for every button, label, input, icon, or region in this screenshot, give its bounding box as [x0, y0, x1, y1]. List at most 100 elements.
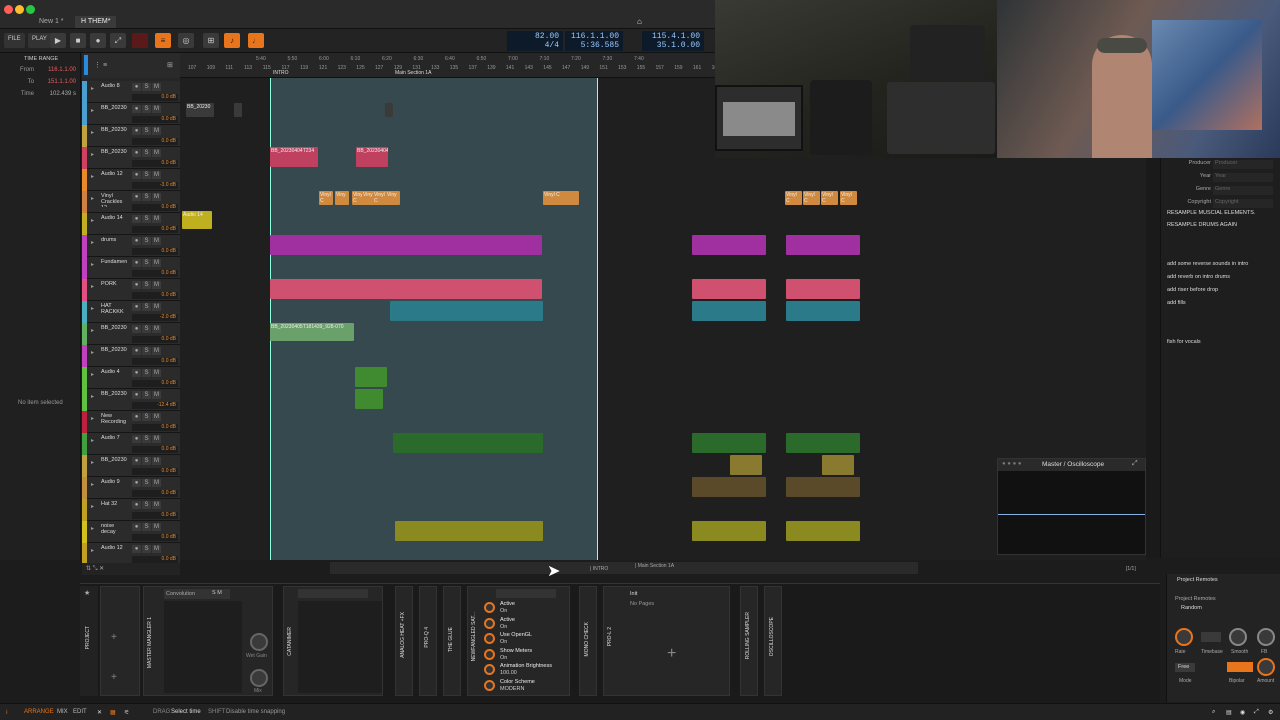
note-line[interactable]: RESAMPLE MUSCIAL ELEMENTS.	[1167, 210, 1255, 216]
zoom-window-button[interactable]	[26, 5, 35, 14]
track-name[interactable]: Audio 12	[101, 171, 127, 185]
clip-vinyl[interactable]: Vinyl C	[785, 191, 802, 205]
newfangled-label[interactable]: NEWFANGLED SAT...	[471, 612, 477, 661]
track-name[interactable]: Audio 12	[101, 545, 127, 559]
record-arm-icon[interactable]: ●	[132, 479, 141, 487]
record-arm-icon[interactable]: ●	[132, 171, 141, 179]
from-value[interactable]: 116.1.1.00	[48, 67, 76, 73]
track-footer-icons[interactable]: ⇅ ⤡ ✕	[82, 563, 180, 575]
track-header[interactable]: ▸ Audio 12 ● S M -3.0 dB	[82, 169, 180, 191]
solo-button[interactable]: S	[142, 479, 151, 487]
clip-vinyl[interactable]: Vinyl C	[803, 191, 820, 205]
track-header[interactable]: ▸BB_20230404T ●SM 0.0 dB	[82, 125, 180, 147]
track-header[interactable]: ▸ New Recording ● S M 0.0 dB	[82, 411, 180, 433]
record-arm-icon[interactable]: ●	[132, 545, 141, 553]
add-device-icon-2[interactable]: +	[111, 672, 117, 683]
the-glue-label[interactable]: THE GLUE	[448, 627, 454, 652]
record-arm-icon[interactable]: ●	[132, 501, 141, 509]
automation-icon[interactable]: ⤢	[110, 33, 126, 48]
no-pages-dropdown[interactable]: No Pages	[630, 601, 654, 607]
solo-button[interactable]: S	[142, 325, 151, 333]
minimize-window-button[interactable]	[15, 5, 24, 14]
chevron-right-icon[interactable]: ▸	[91, 349, 99, 357]
chevron-right-icon[interactable]: ▸	[91, 459, 99, 467]
record-arm-icon[interactable]: ●	[132, 215, 141, 223]
param-row[interactable]: Use OpenGL On	[484, 632, 568, 646]
mix-view-tab[interactable]: MIX	[57, 709, 68, 715]
play-menu-button[interactable]: PLAY	[28, 33, 51, 48]
track-header[interactable]: ▸ HAT RACKKK ● S M -2.0 dB	[82, 301, 180, 323]
add-plugin-icon[interactable]: +	[667, 645, 676, 663]
track-volume[interactable]: -12.4 dB	[132, 402, 178, 409]
note-line[interactable]: fish for vocals	[1167, 339, 1201, 345]
param-knob[interactable]	[484, 602, 495, 613]
solo-button[interactable]: S	[142, 259, 151, 267]
chevron-right-icon[interactable]: ▸	[91, 415, 99, 423]
track-name[interactable]: drums	[101, 237, 127, 251]
device-rolling-sampler[interactable]: ROLLING SAMPLER	[740, 586, 758, 696]
metadata-field[interactable]: Genre	[1213, 186, 1273, 195]
note-line[interactable]: add riser before drop	[1167, 287, 1218, 293]
track-header[interactable]: ▸BB_20230404T ●SM 0.0 dB	[82, 103, 180, 125]
oscilloscope-window[interactable]: ● ● ● ● Master / Oscilloscope ⤢	[997, 458, 1146, 555]
track-header[interactable]: ▸BB_20230405 ●SM 0.0 dB	[82, 323, 180, 345]
clip-noise[interactable]	[692, 521, 766, 541]
chevron-right-icon[interactable]: ▸	[91, 371, 99, 379]
chevron-right-icon[interactable]: ▸	[91, 173, 99, 181]
solo-button[interactable]: S	[142, 523, 151, 531]
solo-button[interactable]: S	[142, 127, 151, 135]
clip-vinyl[interactable]: Viny	[335, 191, 349, 205]
clip-vinyl[interactable]: Vinyl C	[543, 191, 579, 205]
track-header[interactable]: ▸ noise decay ● S M 0.0 dB	[82, 521, 180, 543]
record-arm-icon[interactable]: ●	[132, 281, 141, 289]
settings-icon[interactable]: ⚙	[1268, 709, 1273, 716]
mute-button[interactable]: M	[152, 413, 161, 421]
clip[interactable]	[786, 477, 860, 497]
analog-heat-label[interactable]: ANALOG HEAT +FX	[400, 612, 406, 658]
clip-pork[interactable]	[270, 279, 542, 299]
solo-button[interactable]: S	[142, 347, 151, 355]
oscilloscope-label[interactable]: OSCILLOSCOPE	[769, 617, 775, 656]
stop-icon[interactable]: ■	[70, 33, 86, 48]
track-volume[interactable]: 0.0 dB	[132, 270, 178, 277]
mute-button[interactable]: M	[152, 215, 161, 223]
cpu-icon[interactable]: ▤	[1226, 709, 1232, 716]
mute-button[interactable]: M	[152, 501, 161, 509]
solo-button[interactable]: S	[142, 545, 151, 553]
track-volume[interactable]: 0.0 dB	[132, 490, 178, 497]
clip-audio7[interactable]	[692, 433, 766, 453]
mute-button[interactable]: M	[152, 457, 161, 465]
chevron-right-icon[interactable]: ▸	[91, 393, 99, 401]
cloud-icon[interactable]: ⌂	[637, 17, 649, 26]
track-name[interactable]: New Recording	[101, 413, 127, 427]
track-name[interactable]: BB_20230404T	[101, 127, 127, 141]
clip[interactable]	[385, 103, 393, 117]
amount-knob[interactable]	[1257, 658, 1275, 676]
track-header[interactable]: ▸ Audio 12 ● S M 0.0 dB	[82, 543, 180, 565]
clip-hats[interactable]	[390, 301, 543, 321]
track-name[interactable]: BB_20230404T	[101, 149, 127, 163]
track-header[interactable]: ▸ Audio 4 ● S M 0.0 dB	[82, 367, 180, 389]
solo-button[interactable]: S	[142, 413, 151, 421]
mute-button[interactable]: M	[152, 391, 161, 399]
track-name[interactable]: BB_20230405	[101, 325, 127, 339]
clip-noise[interactable]	[395, 521, 543, 541]
device-analog-heat[interactable]: ANALOG HEAT +FX	[395, 586, 413, 696]
param-search[interactable]	[496, 589, 556, 598]
track-name[interactable]: noise decay	[101, 523, 127, 537]
track-header[interactable]: ▸BB_20230405 ●SM 0.0 dB	[82, 345, 180, 367]
track-volume[interactable]: 0.0 dB	[132, 446, 178, 453]
track-volume[interactable]: 0.0 dB	[132, 380, 178, 387]
track-volume[interactable]: 0.0 dB	[132, 204, 178, 211]
track-volume[interactable]: -3.0 dB	[132, 182, 178, 189]
solo-button[interactable]: S	[142, 171, 151, 179]
clip-audio7[interactable]	[393, 433, 543, 453]
track-volume[interactable]: 0.0 dB	[132, 226, 178, 233]
record-arm-icon[interactable]: ●	[132, 347, 141, 355]
track-header[interactable]: ▸Fundamental ●SM 0.0 dB	[82, 257, 180, 279]
loop-display[interactable]: 115.4.1.00 35.1.0.00	[642, 31, 704, 51]
track-header[interactable]: ▸ drums ● S M 0.0 dB	[82, 235, 180, 257]
record-arm-icon[interactable]: ●	[132, 303, 141, 311]
device-pro-l[interactable]: PRO-L 2 Init No Pages +	[603, 586, 730, 696]
chevron-right-icon[interactable]: ▸	[91, 437, 99, 445]
